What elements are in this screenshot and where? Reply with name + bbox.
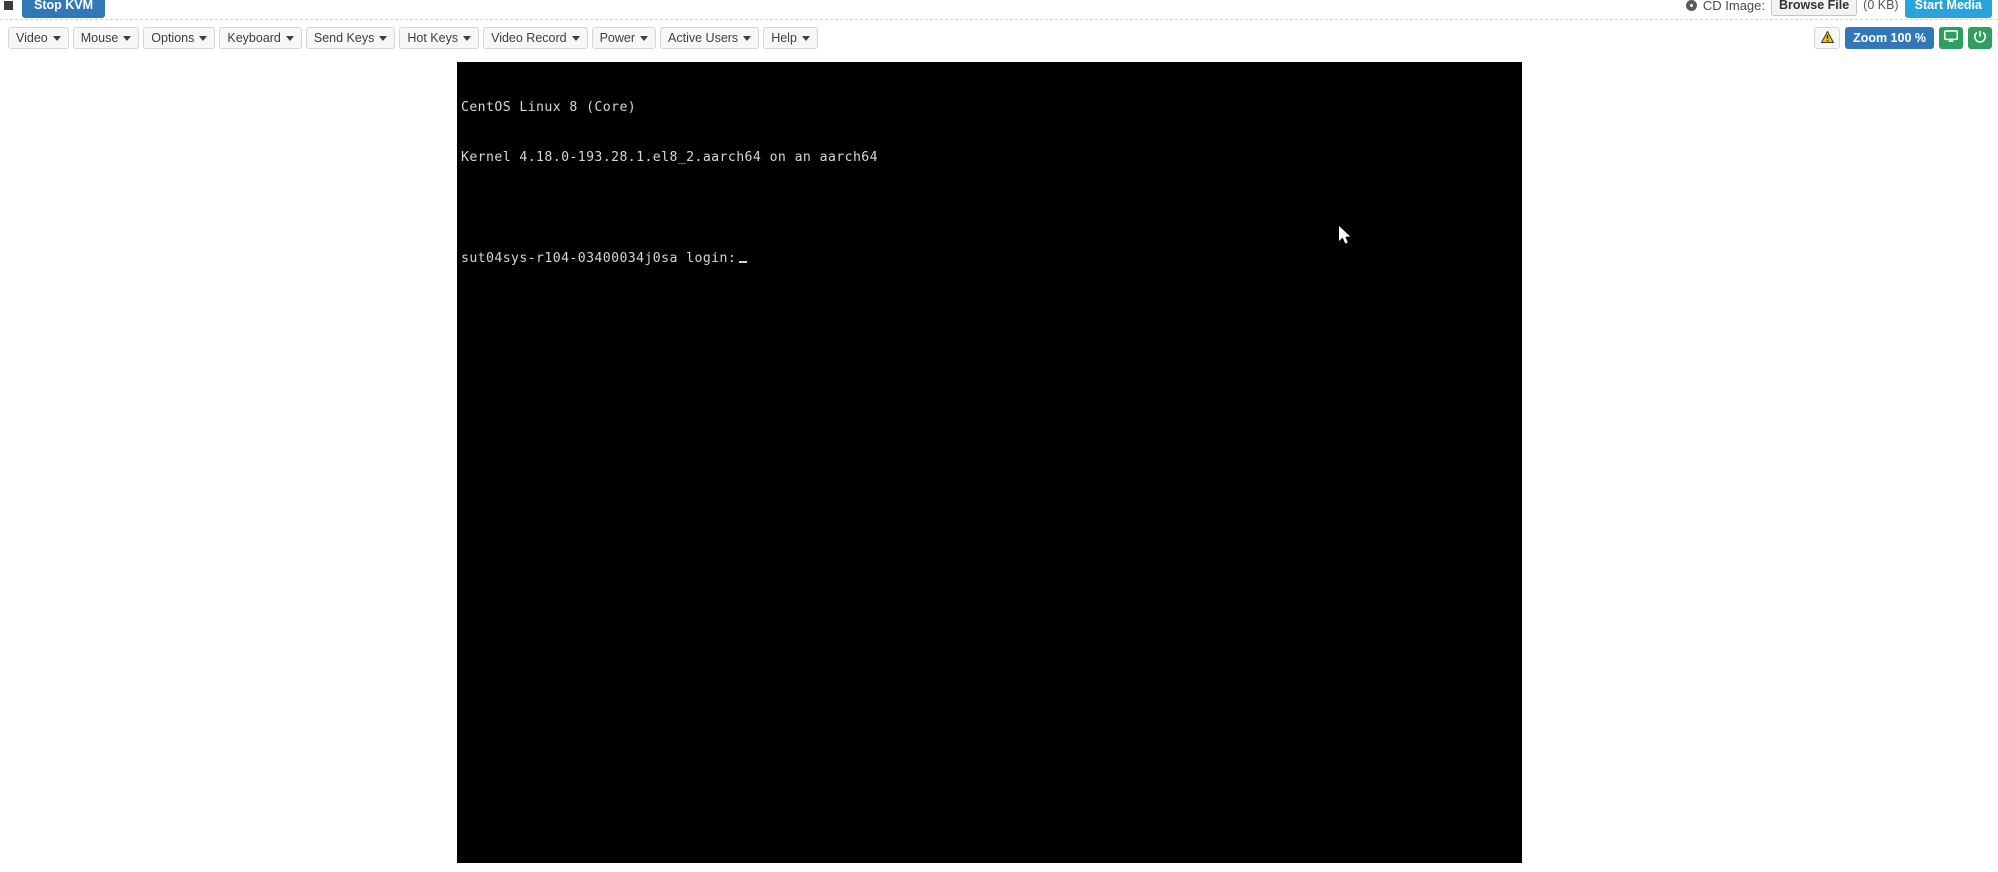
monitor-button[interactable] xyxy=(1939,27,1963,49)
menu-keyboard-label: Keyboard xyxy=(227,31,281,45)
menu-hot-keys-label: Hot Keys xyxy=(407,31,459,45)
menu-active-users-label: Active Users xyxy=(668,31,739,45)
power-button[interactable] xyxy=(1968,27,1992,49)
monitor-icon xyxy=(1944,30,1958,46)
warning-button[interactable] xyxy=(1814,27,1841,49)
chevron-down-icon xyxy=(571,35,580,41)
menu-hot-keys[interactable]: Hot Keys xyxy=(399,27,480,49)
top-action-bar: Stop KVM CD Image: Browse File (0 KB) St… xyxy=(0,0,1998,19)
menu-options-label: Options xyxy=(151,31,195,45)
kvm-viewer-page: Stop KVM CD Image: Browse File (0 KB) St… xyxy=(0,0,1998,872)
menu-active-users[interactable]: Active Users xyxy=(660,27,760,49)
menu-help-label: Help xyxy=(771,31,797,45)
menu-mouse[interactable]: Mouse xyxy=(72,27,140,49)
menu-video[interactable]: Video xyxy=(8,27,69,49)
power-icon xyxy=(1973,30,1987,47)
menu-video-label: Video xyxy=(16,31,48,45)
chevron-down-icon xyxy=(123,35,132,41)
warning-triangle-icon xyxy=(1820,29,1834,46)
start-media-button[interactable]: Start Media xyxy=(1904,0,1992,18)
zoom-level-button[interactable]: Zoom 100 % xyxy=(1845,27,1934,49)
chevron-down-icon xyxy=(285,35,294,41)
menubar-right-cluster: Zoom 100 % xyxy=(1814,26,1992,50)
menu-power[interactable]: Power xyxy=(591,27,657,49)
menu-video-record[interactable]: Video Record xyxy=(483,27,588,49)
console-line-os: CentOS Linux 8 (Core) xyxy=(461,99,637,115)
chevron-down-icon xyxy=(743,35,752,41)
menu-video-record-label: Video Record xyxy=(491,31,567,45)
console-line-kernel: Kernel 4.18.0-193.28.1.el8_2.aarch64 on … xyxy=(461,149,878,165)
menu-help[interactable]: Help xyxy=(763,27,818,49)
menu-send-keys-label: Send Keys xyxy=(313,31,375,45)
mouse-arrow-cursor xyxy=(1339,226,1353,246)
cd-image-group: CD Image: Browse File (0 KB) Start Media xyxy=(1685,0,1992,18)
chevron-down-icon xyxy=(52,35,61,41)
chevron-down-icon xyxy=(463,35,472,41)
kvm-menubar: Video Mouse Options Keyboard Send Keys H… xyxy=(0,26,1998,50)
cd-disc-icon xyxy=(1685,0,1697,11)
chevron-down-icon xyxy=(199,35,208,41)
monitor-square-icon xyxy=(4,1,13,10)
kvm-console-screen[interactable]: CentOS Linux 8 (Core) Kernel 4.18.0-193.… xyxy=(457,62,1522,863)
cd-image-size: (0 KB) xyxy=(1863,0,1899,12)
console-login-prompt-line: sut04sys-r104-03400034j0sa login: xyxy=(461,251,878,268)
browse-file-button[interactable]: Browse File xyxy=(1771,0,1858,16)
chevron-down-icon xyxy=(640,35,649,41)
chevron-down-icon xyxy=(379,35,388,41)
console-output: CentOS Linux 8 (Core) Kernel 4.18.0-193.… xyxy=(461,66,878,301)
stop-kvm-button[interactable]: Stop KVM xyxy=(22,0,106,18)
menu-mouse-label: Mouse xyxy=(80,31,119,45)
menu-power-label: Power xyxy=(599,31,636,45)
console-login-prompt: sut04sys-r104-03400034j0sa login: xyxy=(461,250,737,266)
toolbar-divider xyxy=(0,19,1998,20)
menu-keyboard[interactable]: Keyboard xyxy=(219,27,302,49)
console-cursor xyxy=(739,260,748,263)
menu-send-keys[interactable]: Send Keys xyxy=(305,27,396,49)
cd-image-label: CD Image: xyxy=(1702,0,1765,13)
chevron-down-icon xyxy=(801,35,810,41)
menu-options[interactable]: Options xyxy=(143,27,216,49)
